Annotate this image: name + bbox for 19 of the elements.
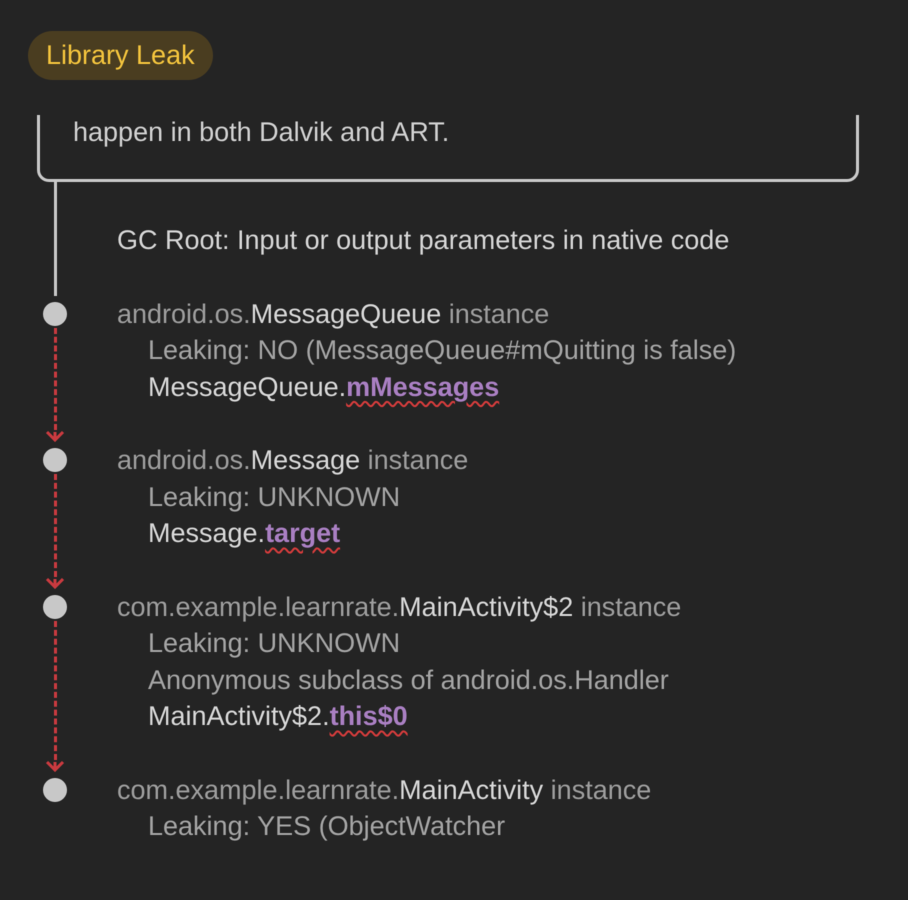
gc-root-text: GC Root: Input or output parameters in native code: [117, 224, 730, 257]
reference-line: Message.target: [147, 517, 342, 550]
description-text: happen in both Dalvik and ART.: [73, 117, 450, 147]
detail-text: Anonymous subclass of android.os.Handler: [147, 664, 670, 697]
node-dot: [43, 448, 67, 472]
library-leak-badge: Library Leak: [28, 31, 213, 80]
node-dot: [43, 302, 67, 326]
detail-text: Leaking: NO (MessageQueue#mQuitting is false): [147, 334, 738, 367]
detail-text: Leaking: UNKNOWN: [147, 480, 402, 514]
detail-text: Leaking: UNKNOWN: [147, 627, 402, 660]
class-line: com.example.learnrate.MainActivity instance: [117, 774, 652, 807]
detail-text: Leaking: YES (ObjectWatcher: [147, 810, 506, 843]
node-dot: [43, 594, 67, 618]
reference-line: MessageQueue.mMessages: [147, 370, 500, 404]
node-dot: [43, 778, 67, 802]
class-line: android.os.Message instance: [117, 444, 470, 477]
class-line: android.os.MessageQueue instance: [117, 298, 550, 331]
reference-line: MainActivity$2.this$0: [147, 700, 409, 733]
class-line: com.example.learnrate.MainActivity$2 instance: [117, 590, 682, 624]
